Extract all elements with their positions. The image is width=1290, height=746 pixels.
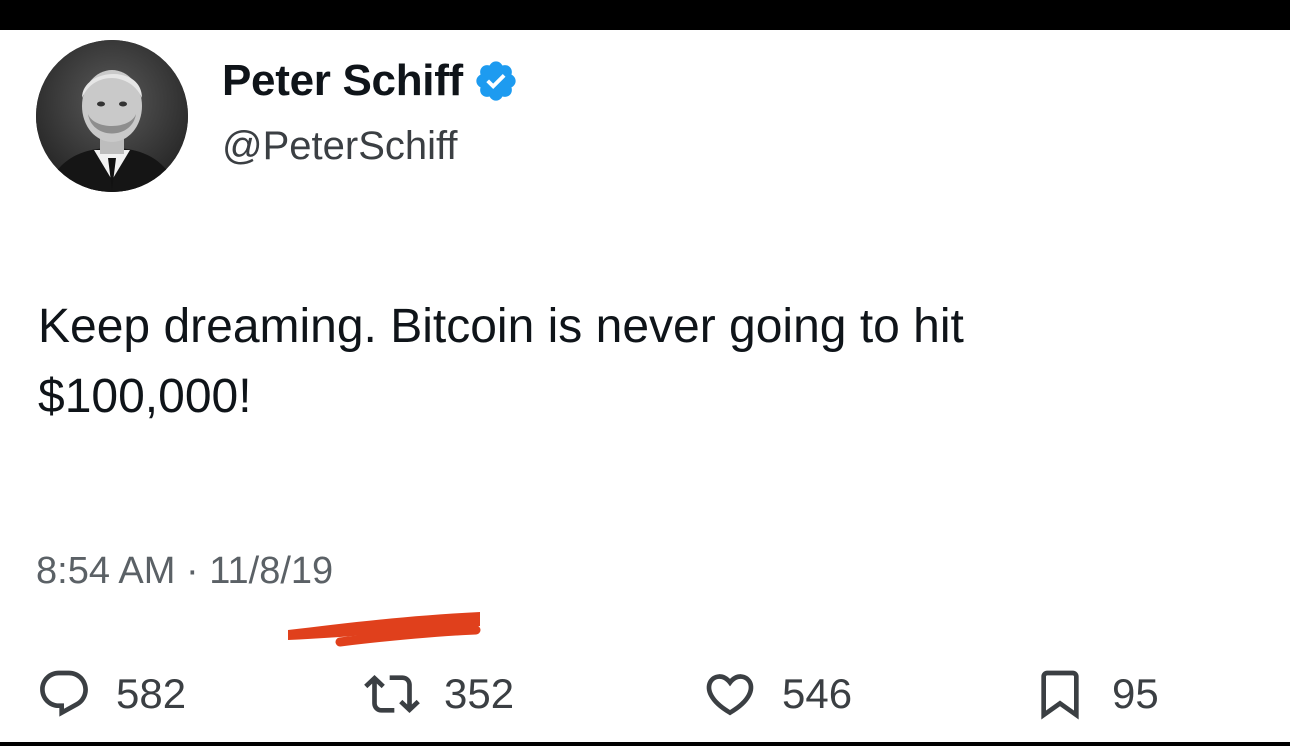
bookmark-button[interactable]: 95	[1032, 666, 1159, 722]
reply-icon	[40, 670, 88, 717]
tweet-timestamp[interactable]: 8:54 AM · 11/8/19	[36, 550, 333, 593]
retweet-button[interactable]: 352	[364, 666, 514, 722]
bookmark-count: 95	[1112, 670, 1159, 717]
author-display-name[interactable]: Peter Schiff	[222, 56, 463, 106]
like-count: 546	[782, 670, 853, 717]
tweet-date: 11/8/19	[209, 550, 334, 592]
tweet-time: 8:54 AM	[36, 550, 176, 592]
author-name-row: Peter Schiff	[222, 56, 519, 106]
avatar-image	[36, 40, 188, 192]
reply-count: 582	[116, 670, 187, 717]
like-button[interactable]: 546	[702, 666, 852, 722]
verified-badge-icon[interactable]	[473, 58, 519, 104]
action-bar: 582 352 546 95	[0, 666, 1290, 736]
tweet-text: Keep dreaming. Bitcoin is never going to…	[38, 300, 964, 423]
tweet-card: Peter Schiff @PeterSchiff Keep dreaming.…	[0, 30, 1290, 742]
avatar[interactable]	[36, 40, 188, 192]
bookmark-icon	[1041, 670, 1079, 720]
red-marker-underline	[288, 612, 481, 647]
retweet-icon	[364, 675, 420, 713]
timestamp-separator: ·	[185, 550, 199, 592]
heart-icon	[706, 674, 754, 716]
author-handle[interactable]: @PeterSchiff	[222, 124, 458, 169]
retweet-count: 352	[444, 670, 515, 717]
reply-button[interactable]: 582	[36, 666, 186, 722]
